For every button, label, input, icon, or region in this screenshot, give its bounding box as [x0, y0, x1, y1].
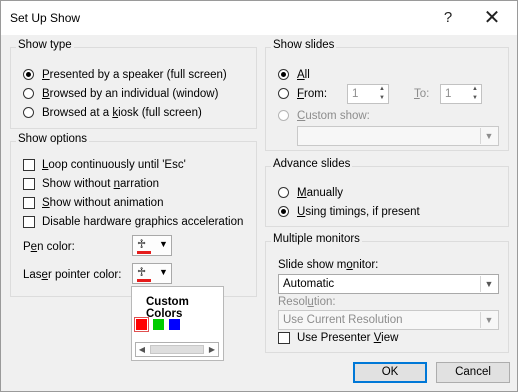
scroll-left-icon[interactable]: ◀: [136, 343, 148, 356]
laser-pointer-color-label: Laser pointer color:: [23, 269, 122, 281]
custom-colors-title: Custom Colors: [146, 296, 189, 320]
checkbox[interactable]: [23, 197, 35, 209]
radio-label: Browsed at a kiosk (full screen): [42, 107, 202, 119]
checkbox[interactable]: [23, 159, 35, 171]
radio-label: Custom show:: [297, 110, 370, 122]
slide-show-monitor-select[interactable]: Automatic ▼: [278, 274, 499, 294]
laser-color-swatch: [137, 279, 151, 282]
spin-down-icon[interactable]: ▼: [469, 94, 481, 103]
radio-label: Manually: [297, 187, 344, 199]
radio-label: From:: [297, 88, 328, 100]
color-swatch-green[interactable]: [153, 319, 164, 330]
radio-button[interactable]: [23, 69, 34, 80]
pen-color-label: Pen color:: [23, 241, 75, 253]
slide-show-monitor-value: Automatic: [283, 278, 335, 290]
radio-label: All: [297, 69, 310, 81]
chevron-down-icon[interactable]: ▼: [480, 128, 497, 144]
checkbox[interactable]: [23, 178, 35, 190]
close-button[interactable]: ✕: [477, 5, 507, 31]
laser-pointer-color-button[interactable]: ♱ ▼: [132, 263, 172, 284]
custom-colors-popup: Custom Colors ◀ ▶: [131, 286, 224, 361]
checkbox[interactable]: [278, 332, 290, 344]
horizontal-scrollbar[interactable]: ◀ ▶: [135, 342, 219, 357]
slide-show-monitor-label: Slide show monitor:: [278, 259, 379, 271]
show-slides-group: Show slides All From: 1 ▲ ▼ To: 1 ▲ ▼ Cust…: [265, 39, 509, 151]
paint-bucket-icon: ♱: [137, 237, 147, 251]
custom-show-select[interactable]: ▼: [297, 126, 499, 146]
spin-up-icon[interactable]: ▲: [376, 85, 388, 94]
radio-button[interactable]: [23, 107, 34, 118]
ok-button[interactable]: OK: [353, 362, 427, 383]
chevron-down-icon: ▼: [159, 267, 168, 277]
title-bar: Set Up Show ? ✕: [1, 1, 517, 35]
show-options-legend: Show options: [16, 133, 90, 145]
spinner-buttons[interactable]: ▲ ▼: [376, 85, 388, 103]
advance-slides-legend: Advance slides: [271, 158, 353, 170]
dialog-title: Set Up Show: [10, 11, 81, 25]
scroll-thumb[interactable]: [150, 345, 204, 354]
to-label: To:: [414, 88, 430, 100]
color-swatch-red[interactable]: [134, 317, 149, 332]
checkbox-label: Use Presenter View: [297, 332, 399, 344]
chevron-down-icon[interactable]: ▼: [480, 312, 497, 328]
radio-label: Browsed by an individual (window): [42, 88, 219, 100]
pen-color-button[interactable]: ♱ ▼: [132, 235, 172, 256]
show-type-legend: Show type: [16, 39, 74, 51]
checkbox-label: Show without narration: [42, 178, 160, 190]
checkbox-label: Loop continuously until 'Esc': [42, 159, 186, 171]
resolution-label: Resolution:: [278, 296, 336, 308]
cancel-button[interactable]: Cancel: [436, 362, 510, 383]
checkbox-label: Show without animation: [42, 197, 164, 209]
show-type-group: Show type Presented by a speaker (full s…: [10, 39, 257, 129]
checkbox[interactable]: [23, 216, 35, 228]
resolution-value: Use Current Resolution: [283, 314, 403, 326]
checkbox-label: Disable hardware graphics acceleration: [42, 216, 244, 228]
chevron-down-icon: ▼: [159, 239, 168, 249]
spin-up-icon[interactable]: ▲: [469, 85, 481, 94]
spinner-buttons[interactable]: ▲ ▼: [469, 85, 481, 103]
resolution-select[interactable]: Use Current Resolution ▼: [278, 310, 499, 330]
help-button[interactable]: ?: [433, 5, 463, 31]
scroll-right-icon[interactable]: ▶: [206, 343, 218, 356]
to-slide-spinner[interactable]: 1 ▲ ▼: [440, 84, 482, 104]
pen-color-swatch: [137, 251, 151, 254]
set-up-show-dialog: Set Up Show ? ✕ Show type Presented by a…: [0, 0, 518, 392]
multiple-monitors-legend: Multiple monitors: [271, 233, 362, 245]
radio-button[interactable]: [23, 88, 34, 99]
radio-button[interactable]: [278, 69, 289, 80]
color-swatch-blue[interactable]: [169, 319, 180, 330]
radio-label: Presented by a speaker (full screen): [42, 69, 227, 81]
show-slides-legend: Show slides: [271, 39, 337, 51]
multiple-monitors-group: Multiple monitors Slide show monitor: Au…: [265, 233, 509, 353]
radio-button[interactable]: [278, 187, 289, 198]
radio-button[interactable]: [278, 88, 289, 99]
advance-slides-group: Advance slides Manually Using timings, i…: [265, 158, 509, 227]
radio-button[interactable]: [278, 110, 289, 121]
from-slide-spinner[interactable]: 1 ▲ ▼: [347, 84, 389, 104]
chevron-down-icon[interactable]: ▼: [480, 276, 497, 292]
to-slide-value: 1: [445, 88, 452, 100]
close-icon: ✕: [483, 7, 501, 29]
radio-button[interactable]: [278, 206, 289, 217]
from-slide-value: 1: [352, 88, 359, 100]
show-options-group: Show options Loop continuously until 'Es…: [10, 133, 257, 297]
radio-label: Using timings, if present: [297, 206, 420, 218]
paint-bucket-icon: ♱: [137, 265, 147, 279]
spin-down-icon[interactable]: ▼: [376, 94, 388, 103]
